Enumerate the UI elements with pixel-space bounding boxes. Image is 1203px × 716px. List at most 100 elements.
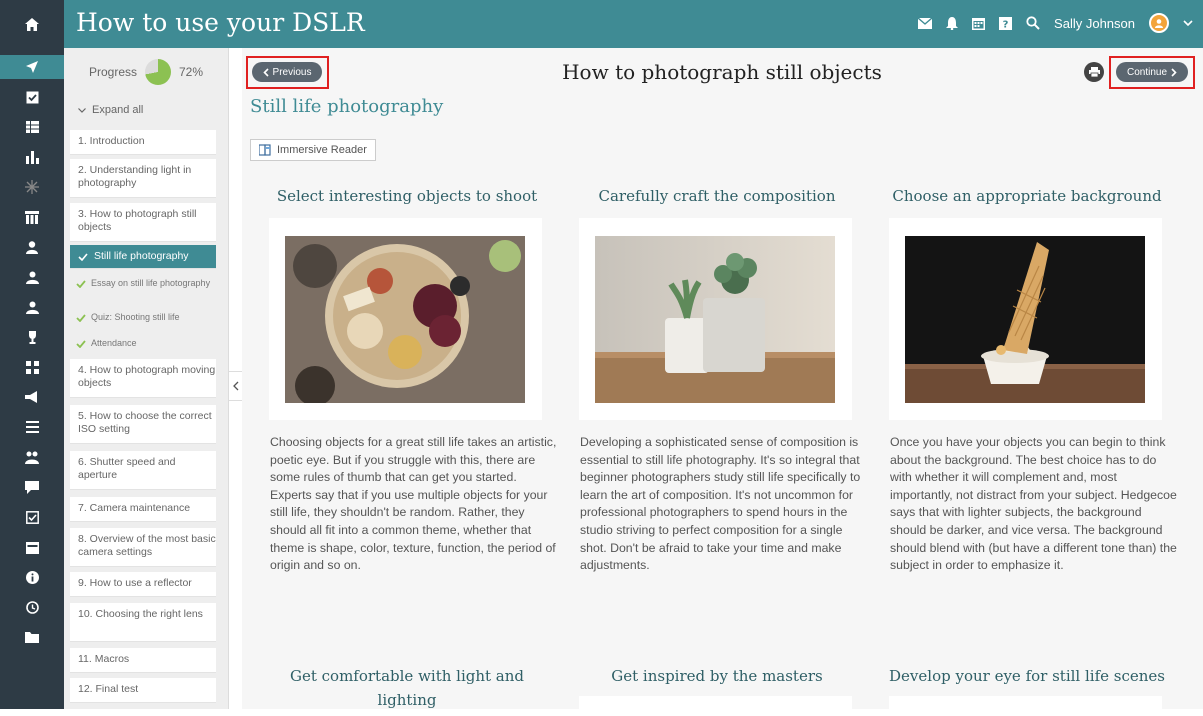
folder-icon — [25, 632, 39, 643]
info-icon — [25, 570, 39, 584]
icon-rail — [0, 48, 64, 709]
search-icon[interactable] — [1026, 16, 1040, 30]
rail-users[interactable] — [0, 265, 64, 289]
outline-item-iso[interactable]: 5. How to choose the correct ISO setting — [70, 405, 216, 444]
rail-files[interactable] — [0, 625, 64, 649]
previous-highlight-frame — [246, 56, 329, 89]
rail-library[interactable] — [0, 205, 64, 229]
org-chart-icon — [25, 360, 39, 374]
rail-history[interactable] — [0, 595, 64, 619]
rail-calendar[interactable] — [0, 535, 64, 559]
paper-plane-icon — [26, 61, 38, 73]
header-actions: ? Sally Johnson — [918, 13, 1193, 33]
outline-item-maintenance[interactable]: 7. Camera maintenance — [70, 497, 216, 522]
immersive-reader-icon — [259, 144, 271, 156]
outline-item-still-objects[interactable]: 3. How to photograph still objects — [70, 203, 216, 242]
outline-item-reflector[interactable]: 9. How to use a reflector — [70, 572, 216, 597]
progress-pie-icon — [145, 59, 171, 85]
chevron-down-icon[interactable] — [1183, 20, 1193, 26]
outline-item-still-life-photography[interactable]: Still life photography — [70, 245, 216, 269]
top-bar: How to use your DSLR ? Sally Johnson — [0, 0, 1203, 48]
user-group-icon — [25, 271, 39, 284]
immersive-reader-button[interactable]: Immersive Reader — [250, 139, 376, 161]
print-icon[interactable] — [1084, 62, 1104, 82]
progress-indicator: Progress 72% — [64, 56, 228, 88]
rail-communities[interactable] — [0, 445, 64, 469]
bar-chart-icon — [25, 150, 39, 164]
home-button[interactable] — [0, 0, 64, 48]
expand-all-label: Expand all — [92, 104, 144, 116]
column-image-frame-objects — [269, 218, 542, 420]
rail-tasks[interactable] — [0, 85, 64, 109]
calendar-icon[interactable] — [972, 17, 986, 30]
rail-skills[interactable] — [0, 175, 64, 199]
ice-cream-cone-image — [905, 236, 1145, 403]
trophy-icon — [28, 330, 36, 344]
chat-icon — [25, 480, 39, 494]
rail-reports[interactable] — [0, 145, 64, 169]
rail-groups[interactable] — [0, 295, 64, 319]
potted-succulents-image — [595, 236, 835, 403]
outline-item-final-test[interactable]: 12. Final test — [70, 678, 216, 703]
checkbox-icon — [26, 91, 38, 103]
still-life-food-platter-image — [285, 236, 525, 403]
mail-icon[interactable] — [918, 17, 933, 29]
chevron-left-icon — [232, 381, 238, 391]
column-image-frame-background — [889, 218, 1162, 420]
people-icon — [25, 451, 39, 464]
collapse-sidebar-button[interactable] — [229, 371, 243, 401]
outline-item-light[interactable]: 2. Understanding light in photography — [70, 159, 216, 198]
outline-item-quiz[interactable]: Quiz: Shooting still life — [76, 312, 216, 323]
column-title-eye: Develop your eye for still life scenes — [889, 667, 1165, 685]
column-title-masters: Get inspired by the masters — [611, 667, 823, 685]
rail-info[interactable] — [0, 565, 64, 589]
megaphone-icon — [25, 391, 37, 403]
column-title-composition: Carefully craft the composition — [598, 187, 836, 205]
columns-icon — [25, 210, 39, 224]
outline-item-moving-objects[interactable]: 4. How to photograph moving objects — [70, 359, 216, 398]
svg-text:?: ? — [1003, 19, 1009, 30]
check-icon — [76, 313, 86, 322]
lesson-content: Previous How to photograph still objects… — [242, 48, 1203, 716]
column-image-frame-masters — [579, 696, 852, 716]
list-icon — [25, 421, 39, 433]
continue-highlight-frame — [1109, 56, 1195, 89]
home-icon — [25, 17, 39, 31]
sparkle-icon — [25, 180, 39, 194]
check-icon — [78, 252, 88, 261]
column-text-objects: Choosing objects for a great still life … — [270, 435, 557, 573]
progress-value: 72% — [179, 65, 204, 79]
app-title: How to use your DSLR — [76, 8, 365, 37]
rail-chat[interactable] — [0, 475, 64, 499]
rail-list[interactable] — [0, 415, 64, 439]
outline-item-lens[interactable]: 10. Choosing the right lens — [70, 603, 216, 642]
rail-courses[interactable] — [0, 55, 64, 79]
outline-item-attendance[interactable]: Attendance — [76, 338, 216, 349]
bell-icon[interactable] — [946, 16, 959, 30]
column-text-composition: Developing a sophisticated sense of comp… — [580, 435, 861, 573]
table-icon — [25, 121, 39, 133]
chevron-down-icon — [78, 107, 86, 113]
clock-icon — [25, 600, 39, 614]
rail-org-chart[interactable] — [0, 355, 64, 379]
column-title-lighting: Get comfortable with light and lighting — [289, 667, 525, 709]
outline-item-shutter[interactable]: 6. Shutter speed and aperture — [70, 451, 216, 490]
column-text-background: Once you have your objects you can begin… — [890, 435, 1177, 573]
rail-evaluations[interactable] — [0, 505, 64, 529]
progress-label: Progress — [88, 65, 137, 79]
outline-item-essay[interactable]: Essay on still life photography — [76, 278, 216, 289]
user-icon — [26, 240, 38, 254]
rail-profile[interactable] — [0, 235, 64, 259]
outline-item-introduction[interactable]: 1. Introduction — [70, 130, 216, 155]
expand-all-toggle[interactable]: Expand all — [78, 104, 143, 116]
user-name[interactable]: Sally Johnson — [1054, 16, 1135, 31]
help-icon[interactable]: ? — [999, 16, 1013, 30]
outline-item-settings[interactable]: 8. Overview of the most basic camera set… — [70, 528, 216, 567]
column-image-frame-composition — [579, 218, 852, 420]
rail-catalog[interactable] — [0, 115, 64, 139]
rail-announcements[interactable] — [0, 385, 64, 409]
rail-achievements[interactable] — [0, 325, 64, 349]
column-title-objects: Select interesting objects to shoot — [276, 187, 538, 205]
avatar[interactable] — [1149, 13, 1169, 33]
outline-item-macros[interactable]: 11. Macros — [70, 648, 216, 673]
